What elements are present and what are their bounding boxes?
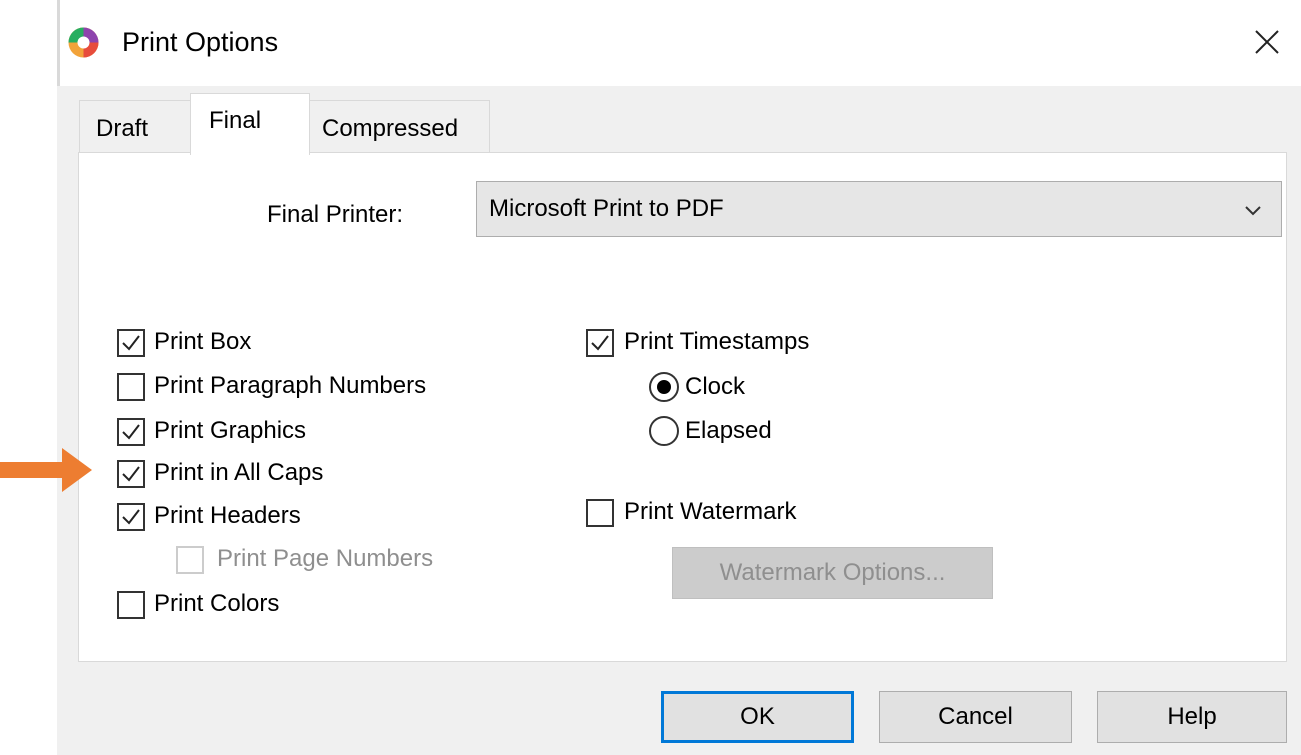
tab-compressed-label: Compressed xyxy=(322,115,459,142)
elapsed-radio-label: Elapsed xyxy=(685,417,772,444)
print-in-all-caps-label: Print in All Caps xyxy=(154,459,324,486)
tab-final[interactable]: Final xyxy=(190,93,310,155)
ok-button[interactable]: OK xyxy=(661,691,854,743)
close-icon[interactable] xyxy=(1247,22,1287,62)
tab-panel-final: Final Printer: Microsoft Print to PDF Pr… xyxy=(78,152,1287,662)
radio-selected-dot xyxy=(657,380,671,394)
clock-radio-label: Clock xyxy=(685,373,746,400)
title-bar: Print Options xyxy=(57,0,1301,86)
print-timestamps-checkbox[interactable] xyxy=(586,329,614,357)
print-headers-label: Print Headers xyxy=(154,502,301,529)
chevron-down-icon xyxy=(1243,200,1263,220)
window-edge xyxy=(57,0,60,86)
print-graphics-checkbox[interactable] xyxy=(117,418,145,446)
print-timestamps-label: Print Timestamps xyxy=(624,328,810,355)
print-colors-checkbox[interactable] xyxy=(117,591,145,619)
print-paragraph-numbers-label: Print Paragraph Numbers xyxy=(154,372,427,399)
print-watermark-checkbox[interactable] xyxy=(586,499,614,527)
print-watermark-label: Print Watermark xyxy=(624,498,797,525)
annotation-arrow-icon xyxy=(0,446,94,494)
help-button[interactable]: Help xyxy=(1097,691,1287,743)
print-headers-checkbox[interactable] xyxy=(117,503,145,531)
print-box-label: Print Box xyxy=(154,328,252,355)
print-graphics-label: Print Graphics xyxy=(154,417,307,444)
print-in-all-caps-checkbox[interactable] xyxy=(117,460,145,488)
clock-radio[interactable] xyxy=(649,372,679,402)
print-page-numbers-checkbox[interactable] xyxy=(176,546,204,574)
watermark-options-button[interactable]: Watermark Options... xyxy=(672,547,993,599)
app-logo-icon xyxy=(67,26,100,59)
final-printer-value: Microsoft Print to PDF xyxy=(489,195,724,222)
print-paragraph-numbers-checkbox[interactable] xyxy=(117,373,145,401)
tab-draft[interactable]: Draft xyxy=(79,100,193,152)
print-box-checkbox[interactable] xyxy=(117,329,145,357)
print-page-numbers-label: Print Page Numbers xyxy=(217,545,434,572)
final-printer-select[interactable]: Microsoft Print to PDF xyxy=(476,181,1282,237)
cancel-button[interactable]: Cancel xyxy=(879,691,1072,743)
print-options-dialog: Print Options Draft Final Compressed Fin… xyxy=(57,0,1301,755)
tab-final-label: Final xyxy=(209,107,262,134)
print-colors-label: Print Colors xyxy=(154,590,280,617)
window-title: Print Options xyxy=(122,27,279,57)
tab-compressed[interactable]: Compressed xyxy=(309,100,490,152)
elapsed-radio[interactable] xyxy=(649,416,679,446)
final-printer-label: Final Printer: xyxy=(267,201,404,228)
tab-draft-label: Draft xyxy=(96,115,149,142)
